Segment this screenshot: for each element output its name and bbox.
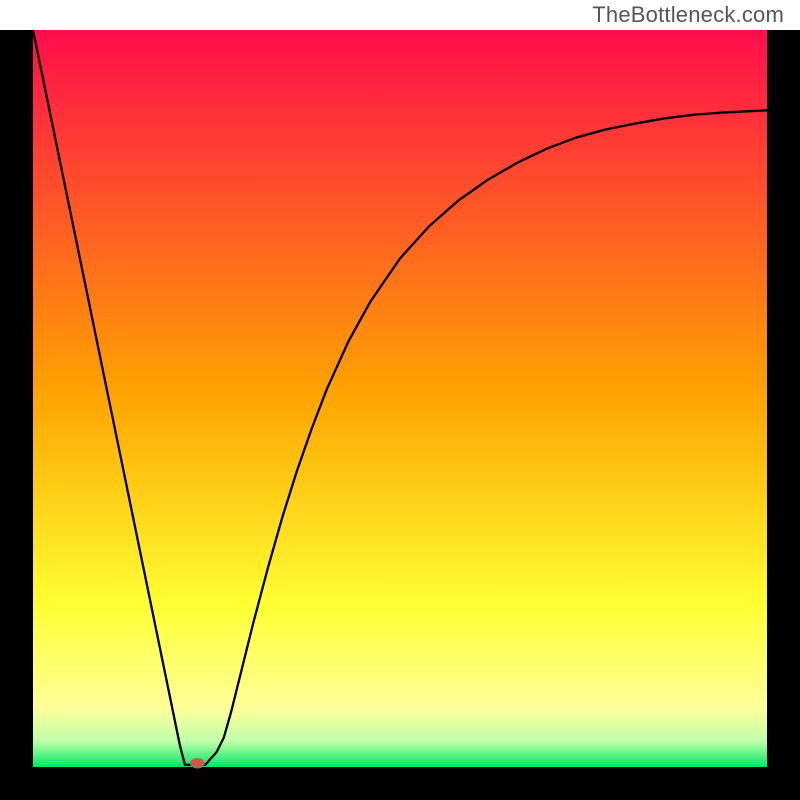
gradient-background <box>33 30 767 767</box>
attribution-text: TheBottleneck.com <box>592 2 784 28</box>
frame-left <box>0 30 33 800</box>
chart-wrapper: TheBottleneck.com <box>0 0 800 800</box>
bottleneck-chart <box>0 0 800 800</box>
optimal-point <box>190 758 205 768</box>
frame-right <box>767 30 800 800</box>
frame-bottom <box>0 767 800 800</box>
